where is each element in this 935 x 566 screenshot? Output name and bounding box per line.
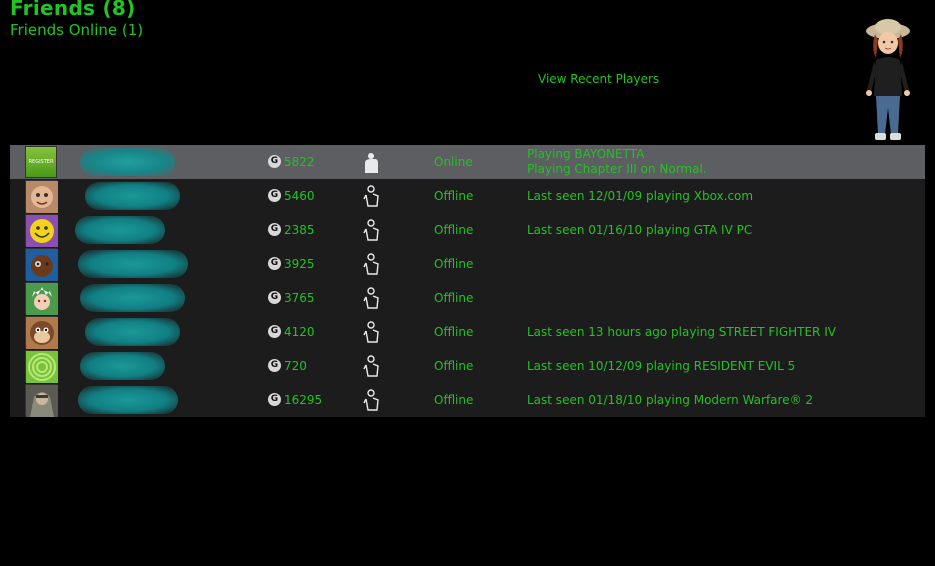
presence-status: Offline: [434, 189, 474, 203]
redacted-gamertag[interactable]: [80, 284, 185, 312]
friend-gamerpic[interactable]: [25, 384, 58, 417]
page-title: Friends (8): [10, 0, 136, 20]
presence-status: Offline: [434, 291, 474, 305]
gamerscore-icon: G: [268, 189, 281, 202]
gamerscore-icon: G: [268, 155, 281, 168]
view-recent-players-link[interactable]: View Recent Players: [538, 72, 659, 86]
online-person-icon[interactable]: [362, 151, 380, 173]
activity-line: Last seen 13 hours ago playing STREET FI…: [527, 325, 836, 339]
friend-row[interactable]: G 2385 Offline Last seen 01/16/10 playing G…: [10, 213, 925, 247]
friend-gamerpic[interactable]: [25, 350, 58, 383]
friend-gamerpic[interactable]: REGISTER: [25, 146, 57, 178]
friends-online-count: Friends Online (1): [10, 21, 144, 39]
gamerscore-value: 4120: [284, 325, 315, 339]
friend-row[interactable]: G 16295 Offline Last seen 01/18/10 playing …: [10, 383, 925, 417]
offline-person-icon[interactable]: [362, 287, 380, 309]
friend-activity: Last seen 12/01/09 playing Xbox.com: [527, 189, 753, 203]
gamerscore-icon: G: [268, 257, 281, 270]
white-hair-face-icon: [26, 283, 58, 315]
offline-person-icon[interactable]: [362, 389, 380, 411]
gamerscore-value: 3925: [284, 257, 315, 271]
redacted-gamertag[interactable]: [78, 386, 178, 414]
gamerscore-value: 2385: [284, 223, 315, 237]
offline-person-icon[interactable]: [362, 355, 380, 377]
presence-status: Online: [434, 155, 473, 169]
gamerscore-icon: G: [268, 223, 281, 236]
gamerscore-icon: G: [268, 393, 281, 406]
gamerscore-value: 720: [284, 359, 307, 373]
monkey-icon: [26, 317, 58, 349]
friend-activity: Last seen 13 hours ago playing STREET FI…: [527, 325, 836, 339]
avatar-face-icon: [26, 181, 58, 213]
presence-status: Offline: [434, 359, 474, 373]
activity-line: Last seen 12/01/09 playing Xbox.com: [527, 189, 754, 203]
soldier-icon: [26, 385, 58, 417]
friend-row[interactable]: G 5460 Offline Last seen 12/01/09 playing X…: [10, 179, 925, 213]
friend-row[interactable]: G 4120 Offline Last seen 13 hours ago playi…: [10, 315, 925, 349]
offline-person-icon[interactable]: [362, 321, 380, 343]
gamerscore-icon: G: [268, 291, 281, 304]
friend-gamerpic[interactable]: [25, 282, 58, 315]
activity-line: Last seen 01/16/10 playing GTA IV PC: [527, 223, 753, 237]
friend-gamerpic[interactable]: [25, 214, 58, 247]
redacted-gamertag[interactable]: [78, 250, 188, 278]
redacted-gamertag[interactable]: [85, 182, 180, 210]
offline-person-icon[interactable]: [362, 219, 380, 241]
smiley-icon: [26, 215, 58, 247]
friend-gamerpic[interactable]: [25, 180, 58, 213]
presence-status: Offline: [434, 393, 474, 407]
gamerscore-icon: G: [268, 325, 281, 338]
friend-row[interactable]: G 3925 Offline: [10, 247, 925, 281]
friends-list: REGISTER G 5822 Online Playing BAYONETTA Play…: [10, 145, 925, 417]
gamerscore-value: 3765: [284, 291, 315, 305]
redacted-gamertag[interactable]: [75, 216, 165, 244]
redacted-gamertag[interactable]: [80, 148, 175, 176]
user-avatar-figure[interactable]: [860, 18, 916, 144]
gamerscore-value: 16295: [284, 393, 323, 407]
offline-person-icon[interactable]: [362, 185, 380, 207]
green-rings-icon: [26, 351, 58, 383]
friend-activity: Last seen 10/12/09 playing RESIDENT EVIL…: [527, 359, 795, 373]
gamerscore-value: 5822: [284, 155, 315, 169]
activity-line: Playing Chapter III on Normal.: [527, 162, 707, 176]
dark-face-icon: [26, 249, 58, 281]
offline-person-icon[interactable]: [362, 253, 380, 275]
activity-line: Playing BAYONETTA: [527, 147, 645, 161]
friend-row[interactable]: G 3765 Offline: [10, 281, 925, 315]
activity-line: Last seen 10/12/09 playing RESIDENT EVIL…: [527, 359, 796, 373]
presence-status: Offline: [434, 257, 474, 271]
presence-status: Offline: [434, 325, 474, 339]
friend-row[interactable]: REGISTER G 5822 Online Playing BAYONETTA Play…: [10, 145, 925, 179]
gamerscore-value: 5460: [284, 189, 315, 203]
friend-gamerpic[interactable]: [25, 248, 58, 281]
friend-activity: Last seen 01/16/10 playing GTA IV PC: [527, 223, 752, 237]
activity-line: Last seen 01/18/10 playing Modern Warfar…: [527, 393, 814, 407]
redacted-gamertag[interactable]: [80, 352, 165, 380]
register-tile-icon: REGISTER: [28, 159, 54, 165]
friend-activity: Last seen 01/18/10 playing Modern Warfar…: [527, 393, 813, 407]
redacted-gamertag[interactable]: [85, 318, 180, 346]
gamerscore-icon: G: [268, 359, 281, 372]
friend-activity: Playing BAYONETTA Playing Chapter III on …: [527, 147, 707, 177]
presence-status: Offline: [434, 223, 474, 237]
friend-gamerpic[interactable]: [25, 316, 58, 349]
friend-row[interactable]: G 720 Offline Last seen 10/12/09 playing RE…: [10, 349, 925, 383]
